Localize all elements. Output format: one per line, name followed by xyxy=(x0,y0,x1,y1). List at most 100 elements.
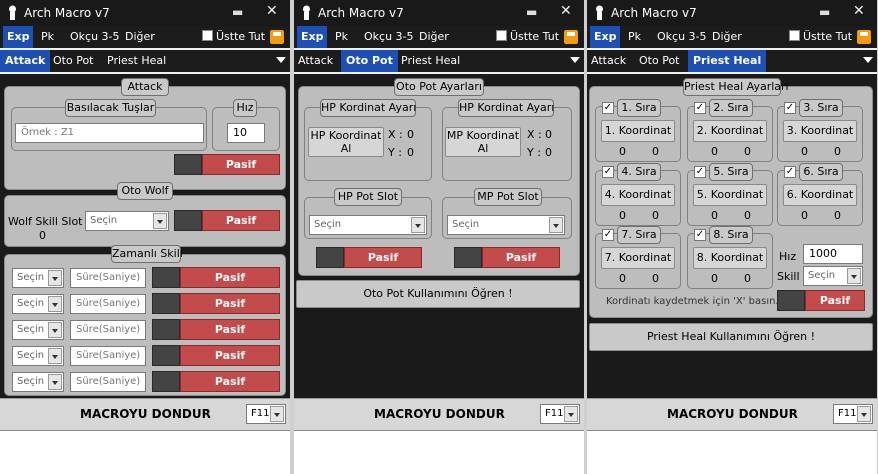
menu-exp[interactable]: Exp xyxy=(3,26,34,48)
window-otopot: Arch Macro v7 ▬ ✕ Exp Pk Okçu 3-5 Diğer … xyxy=(294,0,584,474)
tab-attack[interactable]: Attack xyxy=(0,50,51,72)
minimize-button[interactable]: ▬ xyxy=(819,5,830,19)
mp-pot-toggle[interactable]: Pasif xyxy=(454,247,560,268)
menu-pk[interactable]: Pk xyxy=(335,30,348,43)
chevron-down-icon xyxy=(48,348,62,364)
app-icon xyxy=(303,5,310,20)
timed-toggle[interactable]: Pasif xyxy=(152,267,280,288)
menu-pk[interactable]: Pk xyxy=(628,30,641,43)
timed-duration-input[interactable]: Süre(Saniye) xyxy=(70,320,146,340)
tab-priest-heal[interactable]: Priest Heal xyxy=(688,50,767,72)
close-button[interactable]: ✕ xyxy=(853,3,865,19)
keys-input[interactable]: Örnek : Z1 xyxy=(15,123,204,143)
save-icon[interactable] xyxy=(270,30,284,44)
hp-coord-button[interactable]: HP Koordinat Al xyxy=(308,127,384,157)
heal-coord-button[interactable]: 2. Koordinat xyxy=(693,120,767,142)
heal-slot-checkbox[interactable]: ✓ xyxy=(602,102,614,114)
close-button[interactable]: ✕ xyxy=(560,3,572,19)
heal-slot-checkbox[interactable]: ✓ xyxy=(694,166,706,178)
timed-select[interactable]: Seçin xyxy=(12,346,64,366)
timed-duration-input[interactable]: Süre(Saniye) xyxy=(70,372,146,392)
tab-attack[interactable]: Attack xyxy=(298,54,333,67)
timed-toggle[interactable]: Pasif xyxy=(152,319,280,340)
ustte-tut-checkbox[interactable]: Üstte Tut xyxy=(496,30,559,43)
tab-otopot[interactable]: Oto Pot xyxy=(53,54,93,67)
mp-coord-button[interactable]: MP Koordinat Al xyxy=(445,127,521,157)
tab-dropdown-icon[interactable] xyxy=(863,57,873,63)
hp-y-value: 0 xyxy=(407,146,414,159)
timed-toggle[interactable]: Pasif xyxy=(152,345,280,366)
heal-hint-text: Kordinatı kaydetmek için 'X' basın. xyxy=(606,296,779,307)
hp-slot-select[interactable]: Seçin xyxy=(309,215,427,235)
hotkey-value: F11 xyxy=(545,408,564,419)
timed-select[interactable]: Seçin xyxy=(12,294,64,314)
tab-dropdown-icon[interactable] xyxy=(570,57,580,63)
menu-diger[interactable]: Diğer xyxy=(419,30,449,43)
heal-coord-button[interactable]: 5. Koordinat xyxy=(693,184,767,206)
heal-slot-checkbox[interactable]: ✓ xyxy=(602,166,614,178)
tab-priest-heal[interactable]: Priest Heal xyxy=(401,54,460,67)
heal-speed-input[interactable]: 1000 xyxy=(803,244,863,264)
heal-coord-button[interactable]: 3. Koordinat xyxy=(783,120,857,142)
wolf-select[interactable]: Seçin xyxy=(85,211,169,231)
hp-x-value: 0 xyxy=(407,128,414,141)
tab-otopot[interactable]: Oto Pot xyxy=(341,50,398,72)
hotkey-select[interactable]: F11 xyxy=(246,404,286,424)
wolf-select-value: Seçin xyxy=(90,215,118,226)
minimize-button[interactable]: ▬ xyxy=(232,5,243,19)
tab-priest-heal[interactable]: Priest Heal xyxy=(107,54,166,67)
otopot-learn-button[interactable]: Oto Pot Kullanımını Öğren ! xyxy=(296,280,580,308)
heal-coord-button[interactable]: 1. Koordinat xyxy=(601,120,675,142)
menu-diger[interactable]: Diğer xyxy=(125,30,155,43)
chevron-down-icon xyxy=(564,406,578,422)
speed-input[interactable]: 10 xyxy=(227,123,265,143)
priest-learn-button[interactable]: Priest Heal Kullanımını Öğren ! xyxy=(589,323,873,351)
heal-toggle[interactable]: Pasif xyxy=(777,290,865,311)
timed-toggle[interactable]: Pasif xyxy=(152,371,280,392)
hp-pot-toggle[interactable]: Pasif xyxy=(316,247,422,268)
heal-coord-button[interactable]: 8. Koordinat xyxy=(693,247,767,269)
attack-toggle[interactable]: Pasif xyxy=(174,154,280,175)
timed-toggle[interactable]: Pasif xyxy=(152,293,280,314)
menu-exp[interactable]: Exp xyxy=(297,26,328,48)
window-title: Arch Macro v7 xyxy=(318,6,404,20)
mp-slot-select[interactable]: Seçin xyxy=(447,215,565,235)
save-icon[interactable] xyxy=(564,30,578,44)
timed-duration-input[interactable]: Süre(Saniye) xyxy=(70,346,146,366)
heal-slot-checkbox[interactable]: ✓ xyxy=(602,229,614,241)
heal-slot-checkbox[interactable]: ✓ xyxy=(784,166,796,178)
minimize-button[interactable]: ▬ xyxy=(526,5,537,19)
menu-okcu[interactable]: Okçu 3-5 xyxy=(70,30,120,43)
tab-attack[interactable]: Attack xyxy=(591,54,626,67)
heal-slot-title: 2. Sıra xyxy=(709,99,753,117)
menu-okcu[interactable]: Okçu 3-5 xyxy=(657,30,707,43)
close-button[interactable]: ✕ xyxy=(266,3,278,19)
chevron-down-icon xyxy=(48,374,62,390)
menu-pk[interactable]: Pk xyxy=(41,30,54,43)
ustte-tut-checkbox[interactable]: Üstte Tut xyxy=(202,30,265,43)
menu-okcu[interactable]: Okçu 3-5 xyxy=(364,30,414,43)
ustte-tut-checkbox[interactable]: Üstte Tut xyxy=(789,30,852,43)
timed-duration-input[interactable]: Süre(Saniye) xyxy=(70,294,146,314)
timed-select[interactable]: Seçin xyxy=(12,320,64,340)
timed-select[interactable]: Seçin xyxy=(12,268,64,288)
tab-bar: Attack Oto Pot Priest Heal xyxy=(587,50,877,72)
menu-exp[interactable]: Exp xyxy=(590,26,621,48)
heal-skill-select[interactable]: Seçin xyxy=(803,266,863,286)
menu-diger[interactable]: Diğer xyxy=(712,30,742,43)
heal-slot-checkbox[interactable]: ✓ xyxy=(694,102,706,114)
tab-otopot[interactable]: Oto Pot xyxy=(639,54,679,67)
timed-select[interactable]: Seçin xyxy=(12,372,64,392)
hotkey-select[interactable]: F11 xyxy=(833,404,873,424)
heal-coord-button[interactable]: 6. Koordinat xyxy=(783,184,857,206)
heal-coord-button[interactable]: 4. Koordinat xyxy=(601,184,675,206)
tab-dropdown-icon[interactable] xyxy=(276,57,286,63)
heal-coord-button[interactable]: 7. Koordinat xyxy=(601,247,675,269)
heal-slot-checkbox[interactable]: ✓ xyxy=(784,102,796,114)
hotkey-select[interactable]: F11 xyxy=(540,404,580,424)
wolf-toggle[interactable]: Pasif xyxy=(174,210,280,231)
timed-duration-input[interactable]: Süre(Saniye) xyxy=(70,268,146,288)
save-icon[interactable] xyxy=(857,30,871,44)
toggle-label: Pasif xyxy=(180,345,280,366)
heal-slot-checkbox[interactable]: ✓ xyxy=(694,229,706,241)
